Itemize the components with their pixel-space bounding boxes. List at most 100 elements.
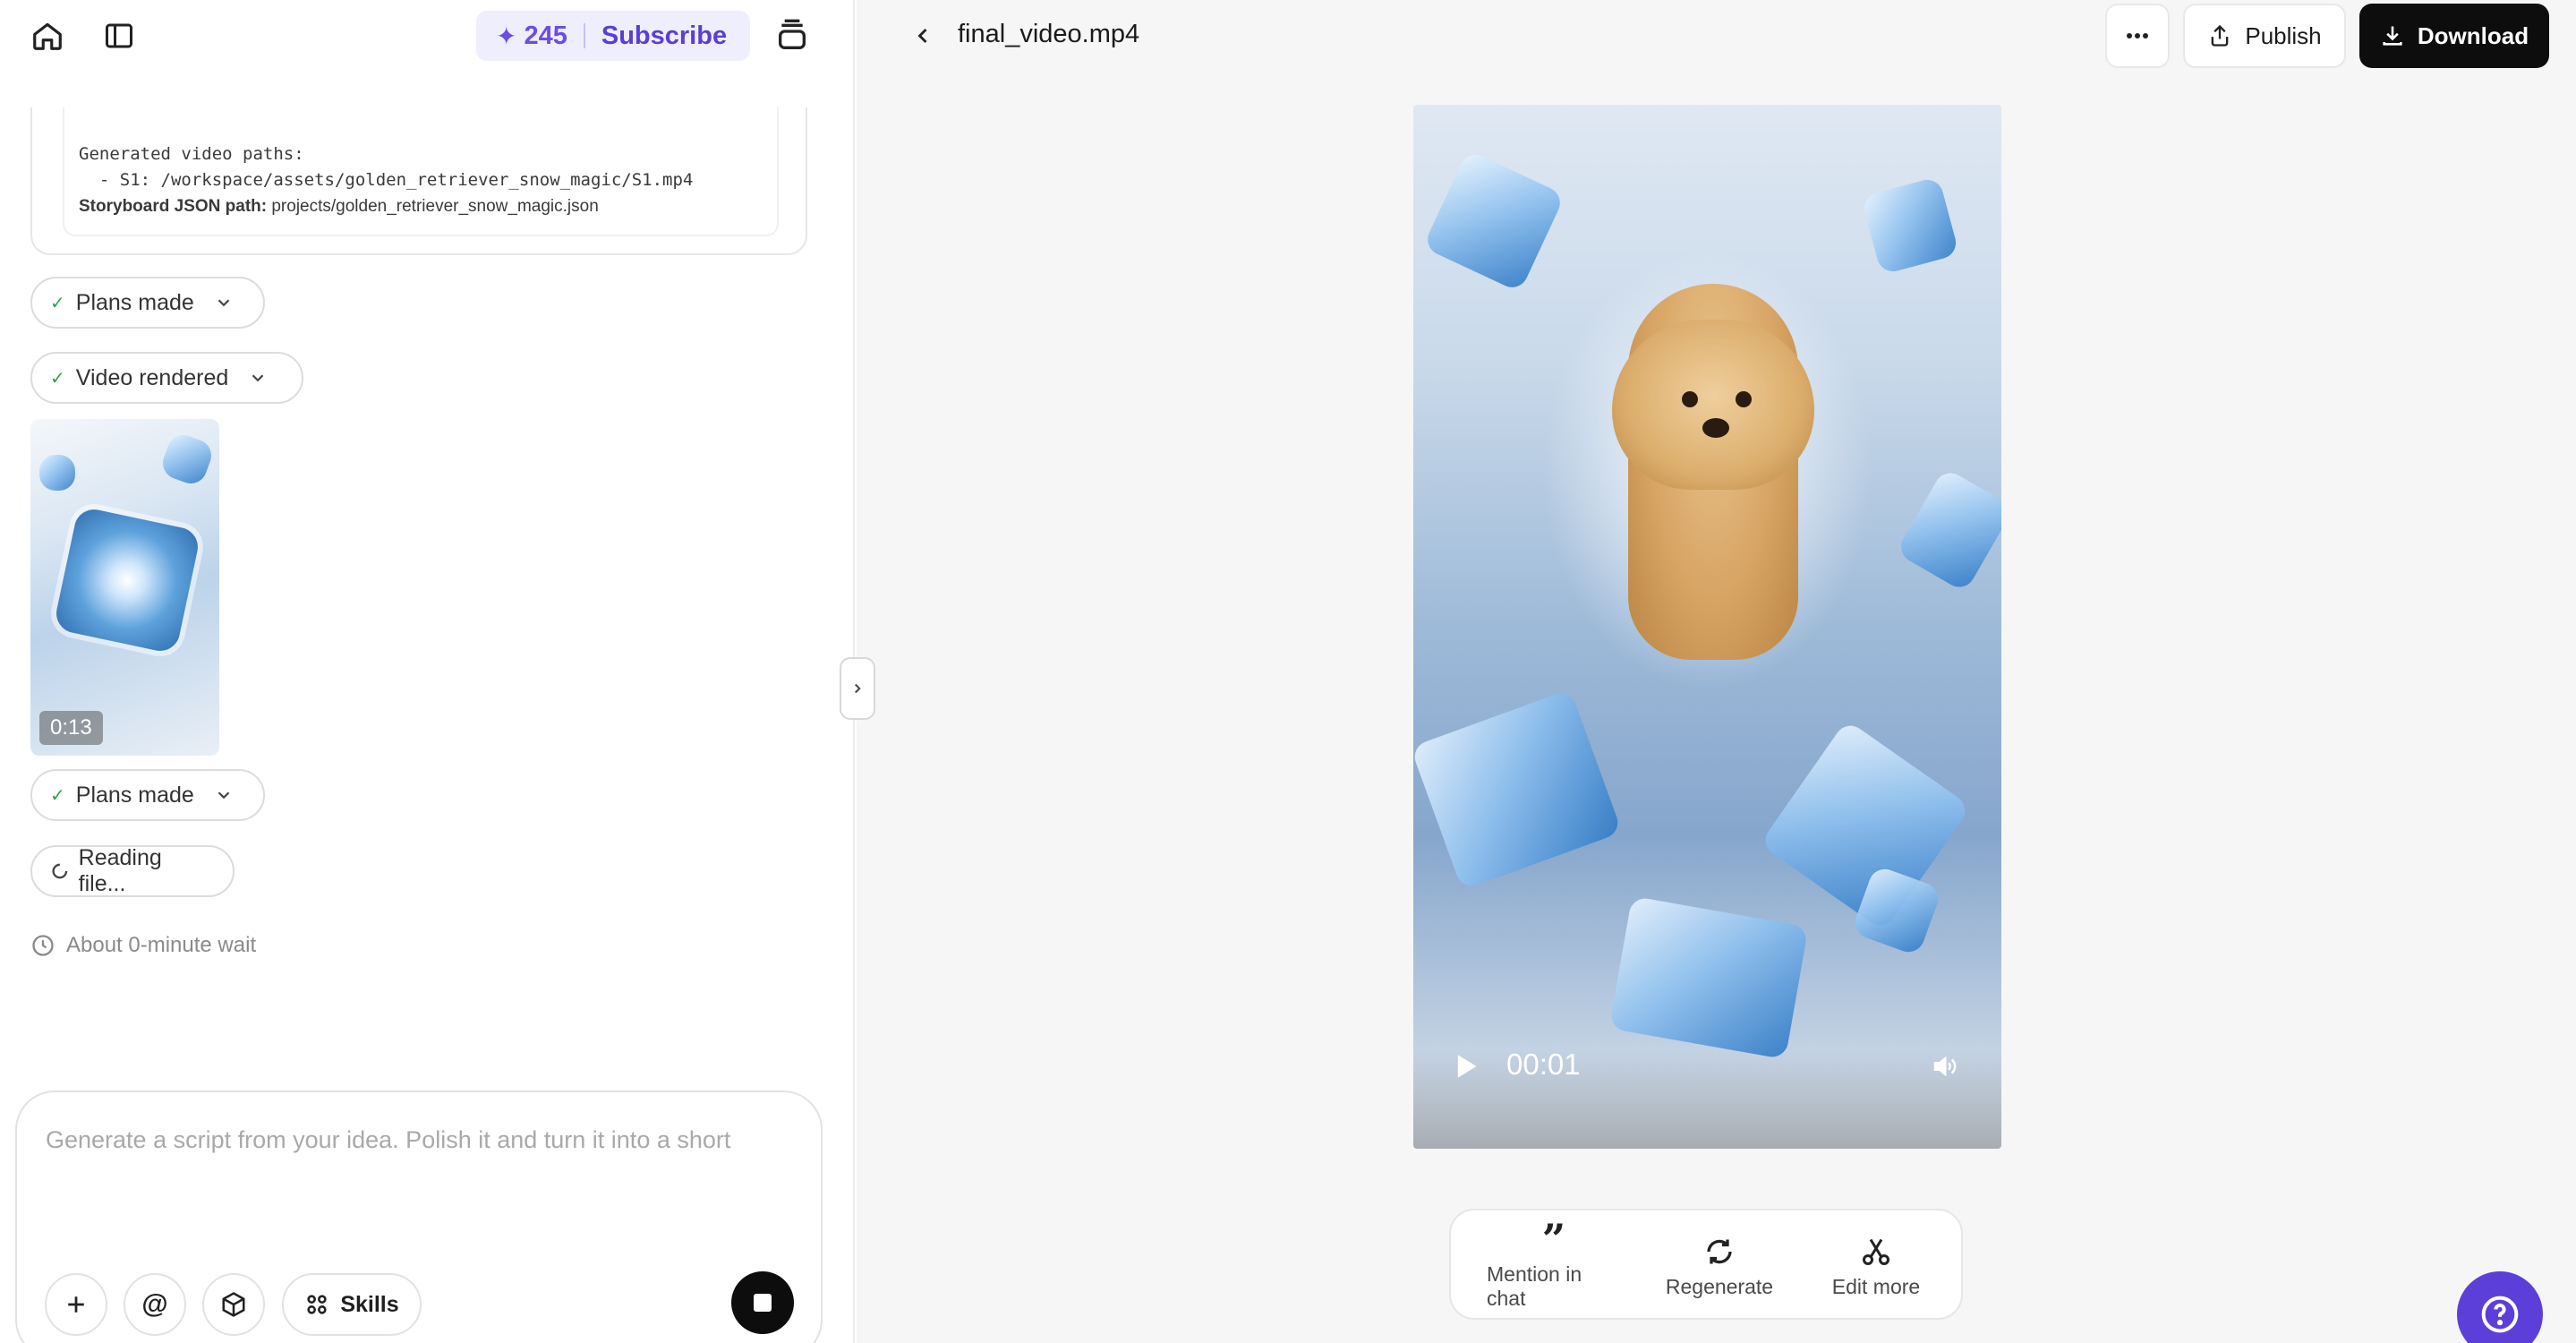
plus-icon — [68, 1296, 84, 1313]
stop-generation-button[interactable] — [731, 1271, 794, 1334]
credits-count: 245 — [524, 21, 567, 50]
thumb-ice-cube — [52, 505, 202, 655]
chevron-right-icon — [855, 683, 861, 694]
prompt-input[interactable] — [46, 1126, 798, 1154]
more-options-button[interactable] — [2105, 4, 2170, 68]
assets-button[interactable] — [202, 1273, 265, 1336]
skills-label: Skills — [340, 1291, 399, 1317]
sidebar-toggle-button[interactable] — [94, 11, 144, 61]
sparkle-icon: ✦ — [496, 21, 517, 50]
play-button[interactable] — [1454, 1053, 1479, 1084]
step-label: Plans made — [75, 289, 194, 315]
ice-block-decor — [1413, 689, 1623, 891]
regenerate-label: Regenerate — [1665, 1274, 1774, 1298]
step-plans-made-2[interactable]: ✓ Plans made — [30, 769, 265, 821]
step-video-rendered[interactable]: ✓ Video rendered — [30, 352, 303, 404]
generated-path-line: - S1: /workspace/assets/golden_retriever… — [79, 170, 694, 190]
share-icon — [2212, 24, 2229, 47]
tool-output-card: Generated video paths: - S1: /workspace/… — [30, 107, 807, 255]
home-button[interactable] — [22, 11, 73, 61]
step-plans-made[interactable]: ✓ Plans made — [30, 277, 265, 329]
video-current-time: 00:01 — [1506, 1048, 1581, 1081]
thumb-ice-decor — [158, 430, 217, 489]
preview-panel: final_video.mp4 Publish Download 00:01 ”… — [857, 0, 2576, 1343]
ice-block-decor — [1422, 150, 1565, 293]
skills-button[interactable]: Skills — [282, 1273, 422, 1336]
chat-panel: ✦ 245 Subscribe Generated video paths: -… — [0, 0, 855, 1343]
video-player[interactable] — [1413, 105, 2001, 1149]
history-button[interactable] — [767, 11, 817, 61]
sidebar-toggle-icon — [106, 23, 132, 48]
step-label: Plans made — [75, 782, 194, 808]
step-reading-file: Reading file... — [30, 845, 235, 897]
mention-in-chat-button[interactable]: ” Mention in chat — [1487, 1210, 1621, 1322]
chat-header: ✦ 245 Subscribe — [0, 0, 855, 72]
refresh-icon-wrap — [1703, 1234, 1736, 1270]
step-label: Reading file... — [78, 845, 162, 896]
skills-icon — [307, 1295, 327, 1314]
back-chevron-icon — [917, 29, 927, 43]
chevron-down-icon — [218, 791, 230, 800]
thumbnail-duration: 0:13 — [39, 711, 103, 745]
storyboard-value: projects/golden_retriever_snow_magic.jso… — [271, 197, 599, 216]
puppy-eye — [1682, 391, 1698, 407]
subscribe-link[interactable]: Subscribe — [601, 21, 727, 51]
credits-subscribe-pill[interactable]: ✦ 245 Subscribe — [476, 11, 750, 61]
scissors-icon-wrap — [1860, 1234, 1892, 1270]
quote-icon: ” — [1541, 1215, 1566, 1263]
panel-collapse-handle[interactable] — [840, 657, 875, 720]
download-label: Download — [2417, 21, 2529, 49]
video-controls-overlay — [1413, 1050, 2001, 1149]
stack-icon — [779, 19, 806, 50]
more-icon — [2127, 33, 2148, 38]
generated-paths-label: Generated video paths: — [79, 144, 304, 164]
download-icon — [2383, 26, 2402, 46]
volume-button[interactable] — [1929, 1053, 1959, 1084]
wait-estimate: About 0-minute wait — [30, 933, 256, 958]
video-thumbnail[interactable]: 0:13 — [30, 419, 219, 756]
help-icon — [2481, 1296, 2519, 1333]
stop-icon — [754, 1294, 772, 1312]
ice-block-decor — [1860, 175, 1960, 276]
publish-label: Publish — [2245, 21, 2322, 49]
app-root: ✦ 245 Subscribe Generated video paths: -… — [0, 0, 2576, 1343]
check-icon: ✓ — [50, 293, 65, 313]
cube-icon — [222, 1292, 245, 1317]
download-button[interactable]: Download — [2359, 4, 2549, 68]
home-icon — [33, 22, 62, 50]
at-icon: @ — [141, 1289, 168, 1319]
step-label: Video rendered — [75, 364, 229, 390]
edit-more-label: Edit more — [1831, 1274, 1921, 1298]
thumb-ice-decor — [39, 455, 75, 491]
puppy-eye — [1736, 391, 1752, 407]
video-action-bar: ” Mention in chat Regenerate Edit more — [1449, 1209, 1963, 1320]
play-icon — [1457, 1055, 1477, 1078]
ice-block-decor — [1895, 466, 2001, 594]
file-title: final_video.mp4 — [958, 20, 1140, 48]
refresh-icon — [1707, 1239, 1732, 1263]
volume-icon — [1933, 1056, 1957, 1077]
edit-more-button[interactable]: Edit more — [1818, 1210, 1934, 1322]
puppy-head — [1612, 320, 1814, 490]
storyboard-path-line: Storyboard JSON path: projects/golden_re… — [79, 197, 777, 217]
ice-block-decor — [1608, 895, 1809, 1060]
mention-button[interactable]: @ — [124, 1273, 186, 1336]
tool-output-body: Generated video paths: - S1: /workspace/… — [63, 107, 779, 236]
back-button[interactable] — [898, 11, 948, 61]
scissors-icon — [1863, 1238, 1889, 1265]
spinner-icon — [52, 863, 68, 879]
help-button[interactable] — [2457, 1271, 2543, 1343]
mention-label: Mention in chat — [1487, 1262, 1582, 1310]
wait-text: About 0-minute wait — [66, 933, 257, 957]
publish-button[interactable]: Publish — [2183, 4, 2346, 68]
storyboard-label: Storyboard JSON path: — [79, 197, 268, 216]
add-attachment-button[interactable] — [45, 1273, 107, 1336]
regenerate-button[interactable]: Regenerate — [1657, 1210, 1782, 1322]
chevron-down-icon — [252, 374, 264, 382]
pill-divider — [583, 23, 585, 48]
check-icon: ✓ — [50, 368, 65, 389]
chevron-down-icon — [218, 299, 230, 307]
puppy-nose — [1702, 418, 1729, 438]
check-icon: ✓ — [50, 785, 65, 806]
clock-icon — [32, 935, 54, 956]
